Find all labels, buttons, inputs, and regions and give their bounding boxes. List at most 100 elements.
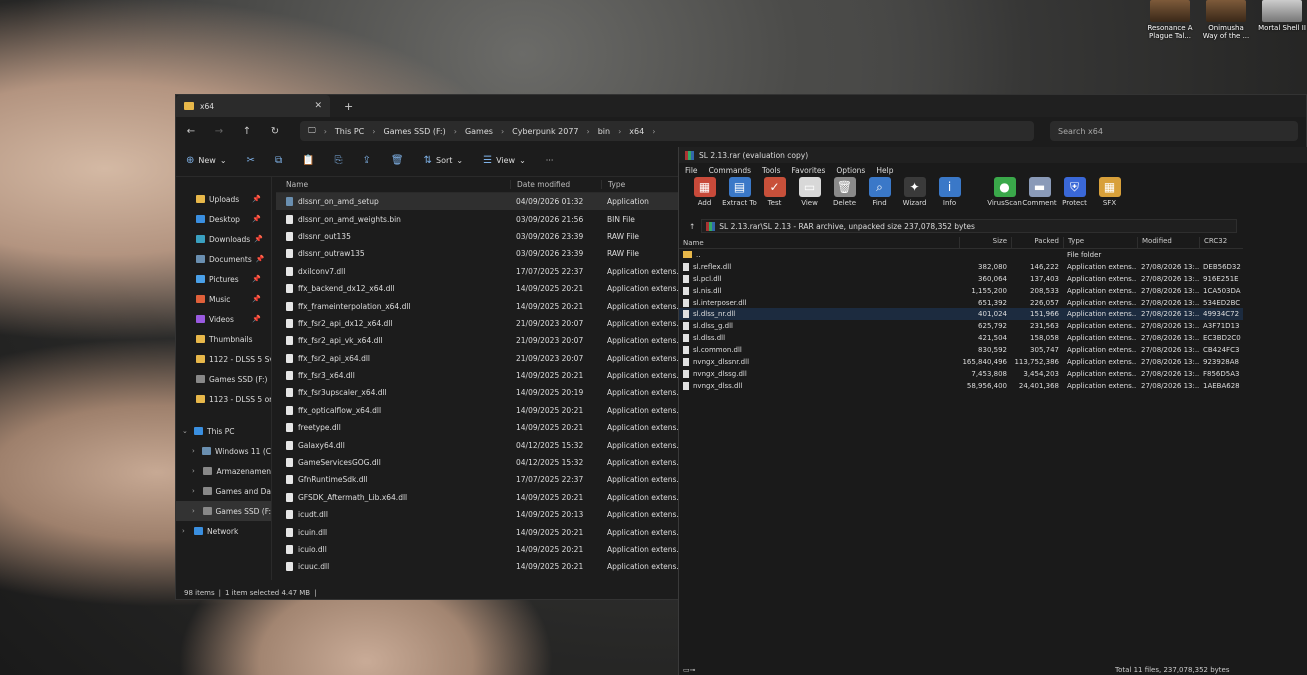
cut-button[interactable]: ✂ bbox=[247, 155, 255, 166]
file-row[interactable]: ffx_backend_dx12_x64.dll 14/09/2025 20:21… bbox=[276, 280, 680, 297]
file-row[interactable]: GFSDK_Aftermath_Lib.x64.dll 14/09/2025 20… bbox=[276, 489, 680, 506]
tree-item[interactable]: › Windows 11 (C bbox=[176, 441, 271, 461]
new-tab-button[interactable]: + bbox=[344, 100, 353, 113]
chevron-icon[interactable]: › bbox=[192, 467, 199, 475]
column-type[interactable]: Type bbox=[1063, 237, 1137, 248]
file-row[interactable]: libxml.dll14/09/2025 20:19Application ex… bbox=[276, 576, 680, 580]
file-row[interactable]: ffx_fsr2_api_x64.dll 21/09/2023 20:07 Appl… bbox=[276, 350, 680, 367]
column-name[interactable]: Name bbox=[276, 180, 510, 189]
archive-row[interactable]: sl.common.dll 830,592 305,747 Application e… bbox=[679, 344, 1243, 356]
tree-item[interactable]: › Armazenamen bbox=[176, 461, 271, 481]
chevron-icon[interactable]: › bbox=[192, 507, 199, 515]
explorer-tab[interactable]: x64 ✕ bbox=[176, 95, 330, 117]
file-row[interactable]: ffx_fsr2_api_vk_x64.dll 21/09/2023 20:07 A… bbox=[276, 332, 680, 349]
test-button[interactable]: ✓ Test bbox=[757, 177, 792, 207]
search-input[interactable]: Search x64 bbox=[1050, 121, 1298, 141]
file-row[interactable]: ffx_fsr3upscaler_x64.dll 14/09/2025 20:19… bbox=[276, 384, 680, 401]
file-row[interactable]: icuuc.dll 14/09/2025 20:21 Application ext… bbox=[276, 558, 680, 575]
tree-item[interactable]: › Games and Da bbox=[176, 481, 271, 501]
column-modified[interactable]: Modified bbox=[1137, 237, 1199, 248]
new-button[interactable]: ⊕ New ⌄ bbox=[186, 155, 227, 166]
file-row[interactable]: dlssnr_on_amd_weights.bin 03/09/2026 21:5… bbox=[276, 210, 680, 227]
archive-row[interactable]: sl.interposer.dll 651,392 226,057 Applicati… bbox=[679, 297, 1243, 309]
archive-row[interactable]: nvngx_dlssnr.dll 165,840,496 113,752,386 Ap… bbox=[679, 356, 1243, 368]
chevron-icon[interactable]: › bbox=[192, 447, 198, 455]
archive-row[interactable]: sl.reflex.dll 382,080 146,222 Application e… bbox=[679, 261, 1243, 273]
comment-button[interactable]: ▬ Comment bbox=[1022, 177, 1057, 207]
column-crc32[interactable]: CRC32 bbox=[1199, 237, 1243, 248]
desktop-shortcut[interactable]: Onimusha Way of the ... bbox=[1201, 0, 1251, 40]
quick-access-item[interactable]: Games SSD (F:) bbox=[176, 369, 271, 389]
wizard-button[interactable]: ✦ Wizard bbox=[897, 177, 932, 207]
chevron-icon[interactable]: ⌄ bbox=[182, 427, 190, 435]
menu-help[interactable]: Help bbox=[876, 166, 893, 175]
tree-item[interactable]: ⌄ This PC bbox=[176, 421, 271, 441]
quick-access-item[interactable]: Videos 📌 bbox=[176, 309, 271, 329]
menu-tools[interactable]: Tools bbox=[762, 166, 780, 175]
menu-favorites[interactable]: Favorites bbox=[792, 166, 826, 175]
more-options-button[interactable]: ··· bbox=[546, 156, 554, 165]
column-type[interactable]: Type bbox=[601, 180, 680, 189]
file-row[interactable]: icudt.dll 14/09/2025 20:13 Application ext… bbox=[276, 506, 680, 523]
file-row[interactable]: ffx_fsr3_x64.dll 14/09/2025 20:21 Applicat… bbox=[276, 367, 680, 384]
chevron-icon[interactable]: › bbox=[192, 487, 199, 495]
virusscan-button[interactable]: ● VirusScan bbox=[987, 177, 1022, 207]
file-row[interactable]: ffx_opticalflow_x64.dll 14/09/2025 20:21 A… bbox=[276, 402, 680, 419]
address-bar[interactable]: 🖵 › This PC › Games SSD (F:) › Games › Cyberpun… bbox=[300, 121, 1034, 141]
column-name[interactable]: Name bbox=[679, 237, 959, 248]
quick-access-item[interactable]: Thumbnails bbox=[176, 329, 271, 349]
desktop-shortcut[interactable]: Resonance A Plague Tal... bbox=[1145, 0, 1195, 40]
quick-access-item[interactable]: 1122 - DLSS 5 Sv bbox=[176, 349, 271, 369]
file-row[interactable]: ffx_frameinterpolation_x64.dll 14/09/2025… bbox=[276, 297, 680, 314]
breadcrumb-item[interactable]: bin bbox=[598, 127, 610, 136]
up-folder-icon[interactable]: ↑ bbox=[689, 222, 695, 231]
breadcrumb-item[interactable]: This PC bbox=[335, 127, 364, 136]
breadcrumb-item[interactable]: Games bbox=[465, 127, 493, 136]
archive-row[interactable]: nvngx_dlssg.dll 7,453,808 3,454,203 Applica… bbox=[679, 368, 1243, 380]
file-row[interactable]: dxilconv7.dll 17/07/2025 22:37 Application… bbox=[276, 263, 680, 280]
paste-button[interactable]: 📋 bbox=[302, 155, 314, 166]
rename-button[interactable]: ⎘ bbox=[335, 155, 343, 166]
tree-item[interactable]: › Games SSD (F: bbox=[176, 501, 271, 521]
extract-to-button[interactable]: ▤ Extract To bbox=[722, 177, 757, 207]
file-row[interactable]: icuio.dll 14/09/2025 20:21 Application ext… bbox=[276, 541, 680, 558]
archive-row[interactable]: sl.nis.dll 1,155,200 208,533 Application ex… bbox=[679, 285, 1243, 297]
file-row[interactable]: icuin.dll 14/09/2025 20:21 Application ext… bbox=[276, 523, 680, 540]
quick-access-item[interactable]: Pictures 📌 bbox=[176, 269, 271, 289]
add-button[interactable]: ▦ Add bbox=[687, 177, 722, 207]
breadcrumb-item[interactable]: Games SSD (F:) bbox=[383, 127, 445, 136]
breadcrumb-item[interactable]: Cyberpunk 2077 bbox=[512, 127, 578, 136]
quick-access-item[interactable]: Uploads 📌 bbox=[176, 189, 271, 209]
archive-row[interactable]: sl.pcl.dll 360,064 137,403 Application exte… bbox=[679, 273, 1243, 285]
chevron-icon[interactable]: › bbox=[182, 527, 190, 535]
find-button[interactable]: ⌕ Find bbox=[862, 177, 897, 207]
delete-button[interactable]: 🗑 bbox=[391, 155, 404, 166]
forward-arrow-icon[interactable]: → bbox=[212, 126, 226, 137]
column-packed[interactable]: Packed bbox=[1011, 237, 1063, 248]
copy-button[interactable]: ⧉ bbox=[275, 155, 282, 166]
archive-row[interactable]: .. File folder bbox=[679, 249, 1243, 261]
protect-button[interactable]: ⛨ Protect bbox=[1057, 177, 1092, 207]
column-date[interactable]: Date modified bbox=[510, 180, 601, 189]
file-row[interactable]: dlssnr_outraw135 03/09/2026 23:39 RAW File bbox=[276, 245, 680, 262]
column-size[interactable]: Size bbox=[959, 237, 1011, 248]
desktop-shortcut[interactable]: Mortal Shell II bbox=[1257, 0, 1307, 40]
quick-access-item[interactable]: Music 📌 bbox=[176, 289, 271, 309]
quick-access-item[interactable]: Desktop 📌 bbox=[176, 209, 271, 229]
menu-file[interactable]: File bbox=[685, 166, 698, 175]
file-row[interactable]: dlssnr_on_amd_setup 04/09/2026 01:32 Appli… bbox=[276, 193, 680, 211]
view-button[interactable]: ▭ View bbox=[792, 177, 827, 207]
view-button[interactable]: ☰ View ⌄ bbox=[483, 155, 526, 166]
archive-path-field[interactable]: SL 2.13.rar\SL 2.13 - RAR archive, unpac… bbox=[701, 219, 1237, 233]
file-row[interactable]: ffx_fsr2_api_dx12_x64.dll 21/09/2023 20:0… bbox=[276, 315, 680, 332]
sfx-button[interactable]: ▦ SFX bbox=[1092, 177, 1127, 207]
archive-row[interactable]: sl.dlss_g.dll 625,792 231,563 Application e… bbox=[679, 320, 1243, 332]
menu-options[interactable]: Options bbox=[836, 166, 865, 175]
quick-access-item[interactable]: Downloads 📌 bbox=[176, 229, 271, 249]
tree-item[interactable]: › Network bbox=[176, 521, 271, 541]
menu-commands[interactable]: Commands bbox=[709, 166, 751, 175]
archive-row[interactable]: sl.dlss_nr.dll 401,024 151,966 Application … bbox=[679, 308, 1243, 321]
quick-access-item[interactable]: 1123 - DLSS 5 or bbox=[176, 389, 271, 409]
sort-button[interactable]: ⇅ Sort ⌄ bbox=[424, 155, 464, 166]
refresh-icon[interactable]: ↻ bbox=[268, 126, 282, 137]
